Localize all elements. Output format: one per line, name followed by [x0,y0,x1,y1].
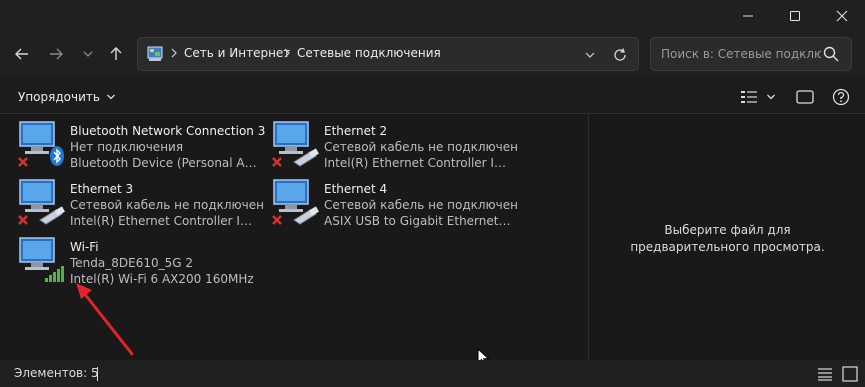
file-list: Bluetooth Network Connection 3 Нет подкл… [0,114,588,366]
network-item-bluetooth[interactable]: Bluetooth Network Connection 3 Нет подкл… [16,118,266,172]
maximize-icon [790,11,800,21]
bluetooth-adapter-icon [18,121,64,167]
item-name: Bluetooth Network Connection 3 [70,124,266,138]
details-view-icon[interactable] [817,367,833,381]
back-button[interactable] [8,40,36,68]
forward-button[interactable] [42,40,70,68]
preview-pane-icon[interactable] [796,89,814,105]
arrow-right-icon [50,48,63,60]
breadcrumb-network-connections[interactable]: Сетевые подключения [297,46,441,60]
sort-button[interactable]: Упорядочить [10,86,124,108]
refresh-icon[interactable] [612,47,628,63]
item-status: Tenda_8DE610_5G 2 [70,256,193,270]
network-item-ethernet-2[interactable]: Ethernet 2 Сетевой кабель не подключен I… [270,118,520,172]
network-item-ethernet-4[interactable]: Ethernet 4 Сетевой кабель не подключен A… [270,176,520,230]
search-icon[interactable] [823,46,839,62]
ethernet-adapter-icon [18,179,65,225]
maximize-button[interactable] [772,0,818,32]
search-input[interactable]: Поиск в: Сетевые подключения [661,47,821,61]
item-status: Сетевой кабель не подключен [70,198,264,212]
ethernet-adapter-icon [272,121,319,167]
command-bar: Упорядочить [0,80,865,114]
arrow-left-icon [15,48,28,60]
chevron-down-icon [83,51,93,57]
minimize-button[interactable] [725,0,771,32]
close-button[interactable] [819,0,865,32]
view-options-button[interactable] [740,88,780,106]
chevron-right-icon [284,48,290,58]
chevron-right-icon [171,48,177,58]
annotation-arrow [76,283,134,356]
preview-pane: Выберите файл для предварительного просм… [588,114,865,360]
item-count: Элементов: 5 [14,366,99,380]
status-bar: Элементов: 5 [0,360,865,387]
arrow-up-icon [110,47,122,60]
chevron-down-icon [106,94,115,100]
chevron-down-icon [767,94,775,100]
item-device: Intel(R) Ethernet Controller I226-V [324,156,512,170]
up-button[interactable] [102,40,130,68]
status-divider [97,367,98,381]
address-bar[interactable]: Сеть и Интернет Сетевые подключения [137,37,639,71]
preview-message: Выберите файл для предварительного просм… [630,223,825,254]
ethernet-adapter-icon [272,179,319,225]
item-device: Intel(R) Ethernet Controller I226-V [70,214,258,228]
breadcrumb-network-internet[interactable]: Сеть и Интернет [184,46,290,60]
item-device: ASIX USB to Gigabit Ethernet Family Adap… [324,214,512,228]
address-dropdown-button[interactable] [584,49,596,61]
item-name: Ethernet 2 [324,124,388,138]
item-name: Wi-Fi [70,240,99,254]
close-icon [836,10,848,22]
sort-label: Упорядочить [18,90,100,104]
wifi-adapter-icon [19,237,64,282]
control-panel-icon [147,46,163,61]
network-item-wifi[interactable]: Wi-Fi Tenda_8DE610_5G 2 Intel(R) Wi-Fi 6… [16,234,266,288]
item-status: Сетевой кабель не подключен [324,198,518,212]
item-name: Ethernet 4 [324,182,388,196]
tiles-view-icon[interactable] [842,366,858,382]
help-icon[interactable] [832,88,850,106]
network-item-ethernet-3[interactable]: Ethernet 3 Сетевой кабель не подключен I… [16,176,266,230]
item-name: Ethernet 3 [70,182,134,196]
item-status: Сетевой кабель не подключен [324,140,518,154]
recent-locations-button[interactable] [74,40,102,68]
title-bar [0,0,865,32]
list-view-icon [741,91,757,103]
search-box[interactable]: Поиск в: Сетевые подключения [650,37,852,71]
item-device: Bluetooth Device (Personal Area Network) [70,156,258,170]
minimize-icon [743,15,753,17]
item-status: Нет подключения [70,140,184,154]
